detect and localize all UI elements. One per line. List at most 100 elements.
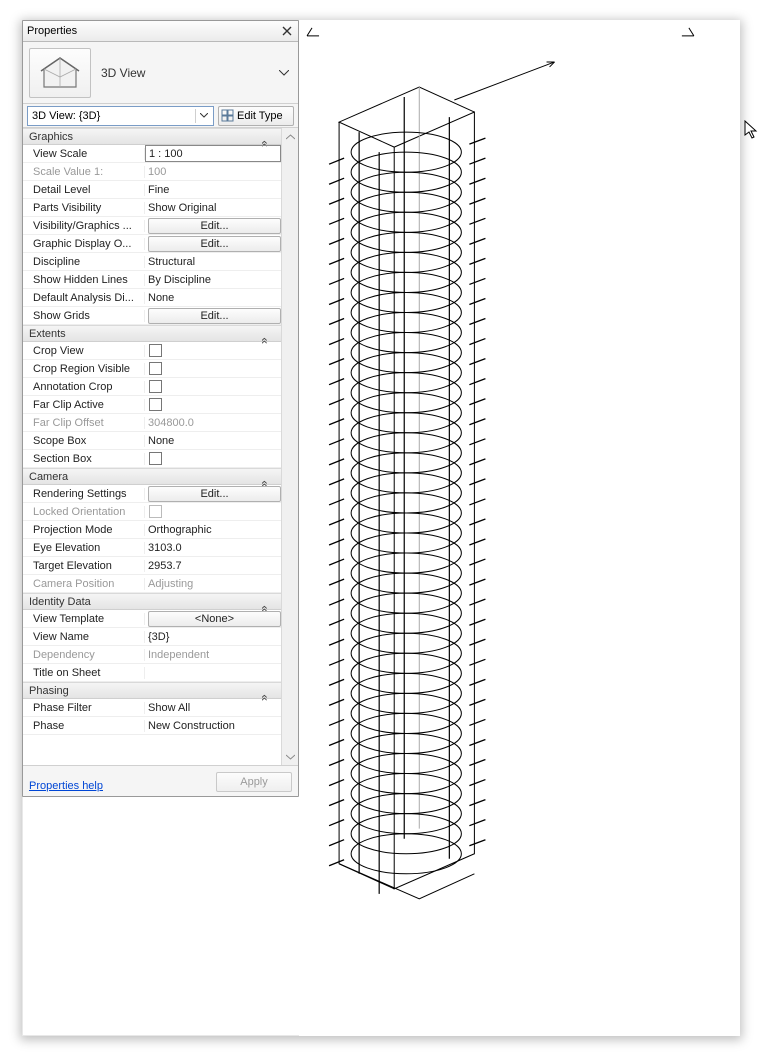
panel-titlebar[interactable]: Properties — [23, 21, 298, 42]
property-value[interactable] — [145, 362, 281, 375]
collapse-icon[interactable]: « — [258, 128, 272, 147]
property-row[interactable]: Graphic Display O...Edit... — [23, 235, 281, 253]
property-value[interactable]: None — [145, 435, 281, 447]
group-header[interactable]: Camera« — [23, 468, 281, 485]
property-label: Phase Filter — [23, 702, 145, 714]
property-row[interactable]: Visibility/Graphics ...Edit... — [23, 217, 281, 235]
property-row[interactable]: DependencyIndependent — [23, 646, 281, 664]
collapse-icon[interactable]: « — [258, 592, 272, 612]
checkbox[interactable] — [149, 398, 162, 411]
property-row[interactable]: Projection ModeOrthographic — [23, 521, 281, 539]
group-header[interactable]: Graphics« — [23, 128, 281, 145]
property-row[interactable]: Default Analysis Di...None — [23, 289, 281, 307]
property-row[interactable]: Phase FilterShow All — [23, 699, 281, 717]
collapse-icon[interactable]: « — [258, 324, 272, 344]
edit-button[interactable]: Edit... — [148, 218, 281, 234]
property-row[interactable]: Rendering SettingsEdit... — [23, 485, 281, 503]
property-row[interactable]: Far Clip Active — [23, 396, 281, 414]
property-row[interactable]: Annotation Crop — [23, 378, 281, 396]
checkbox[interactable] — [149, 344, 162, 357]
property-row[interactable]: Section Box — [23, 450, 281, 468]
property-value[interactable]: New Construction — [145, 720, 281, 732]
property-value[interactable]: <None> — [145, 611, 281, 627]
property-row[interactable]: Show GridsEdit... — [23, 307, 281, 325]
property-row[interactable]: View Template<None> — [23, 610, 281, 628]
property-value[interactable] — [145, 344, 281, 357]
property-value[interactable]: Show Original — [145, 202, 281, 214]
property-value[interactable]: Structural — [145, 256, 281, 268]
property-value[interactable]: Edit... — [145, 308, 281, 324]
property-row[interactable]: DisciplineStructural — [23, 253, 281, 271]
property-row[interactable]: View Scale1 : 100 — [23, 145, 281, 163]
property-label: View Name — [23, 631, 145, 643]
property-value[interactable]: Fine — [145, 184, 281, 196]
property-row[interactable]: Show Hidden LinesBy Discipline — [23, 271, 281, 289]
property-row[interactable]: Scale Value 1:100 — [23, 163, 281, 181]
group-label: Camera — [29, 471, 255, 483]
property-row[interactable]: Crop View — [23, 342, 281, 360]
properties-help-link[interactable]: Properties help — [29, 780, 216, 792]
instance-select[interactable]: 3D View: {3D} — [27, 106, 214, 126]
property-value[interactable]: {3D} — [145, 631, 281, 643]
property-row[interactable]: Parts VisibilityShow Original — [23, 199, 281, 217]
scroll-down-icon[interactable] — [282, 748, 298, 765]
dropdown-caret-icon[interactable] — [276, 70, 292, 76]
chevron-down-icon[interactable] — [195, 109, 211, 123]
property-value[interactable]: 3103.0 — [145, 542, 281, 554]
scroll-up-icon[interactable] — [282, 128, 298, 145]
edit-button[interactable]: <None> — [148, 611, 281, 627]
property-row[interactable]: Title on Sheet — [23, 664, 281, 682]
value-text: None — [148, 435, 281, 447]
3d-viewport[interactable] — [299, 20, 740, 1036]
property-row[interactable]: View Name{3D} — [23, 628, 281, 646]
collapse-icon[interactable]: « — [258, 681, 272, 701]
property-row[interactable]: Scope BoxNone — [23, 432, 281, 450]
property-value[interactable] — [145, 452, 281, 465]
scroll-track[interactable] — [282, 145, 298, 748]
property-value[interactable]: Orthographic — [145, 524, 281, 536]
close-icon[interactable] — [280, 26, 294, 36]
property-label: Visibility/Graphics ... — [23, 220, 145, 232]
edit-button[interactable]: Edit... — [148, 236, 281, 252]
apply-button[interactable]: Apply — [216, 772, 292, 792]
property-value: 100 — [145, 166, 281, 178]
property-label: Show Hidden Lines — [23, 274, 145, 286]
property-row[interactable]: Target Elevation2953.7 — [23, 557, 281, 575]
scrollbar[interactable] — [281, 128, 298, 765]
property-value[interactable] — [145, 398, 281, 411]
value-text: 1 : 100 — [149, 148, 280, 160]
app-card: Properties 3D View 3D View: {3D} — [22, 20, 740, 1036]
edit-button[interactable]: Edit... — [148, 486, 281, 502]
property-row[interactable]: Crop Region Visible — [23, 360, 281, 378]
property-label: Title on Sheet — [23, 667, 145, 679]
group-header[interactable]: Extents« — [23, 325, 281, 342]
property-row[interactable]: Far Clip Offset304800.0 — [23, 414, 281, 432]
collapse-icon[interactable]: « — [258, 467, 272, 487]
edit-type-button[interactable]: Edit Type — [218, 106, 294, 126]
type-selector[interactable]: 3D View — [23, 42, 298, 104]
group-header[interactable]: Phasing« — [23, 682, 281, 699]
property-row[interactable]: Camera PositionAdjusting — [23, 575, 281, 593]
property-value[interactable] — [145, 505, 281, 518]
property-value[interactable]: By Discipline — [145, 274, 281, 286]
property-value[interactable]: 2953.7 — [145, 560, 281, 572]
property-row[interactable]: Locked Orientation — [23, 503, 281, 521]
property-row[interactable]: Detail LevelFine — [23, 181, 281, 199]
checkbox[interactable] — [149, 362, 162, 375]
property-value[interactable]: None — [145, 292, 281, 304]
property-value[interactable]: Show All — [145, 702, 281, 714]
property-value[interactable]: Edit... — [145, 486, 281, 502]
property-row[interactable]: PhaseNew Construction — [23, 717, 281, 735]
property-row[interactable]: Eye Elevation3103.0 — [23, 539, 281, 557]
property-value[interactable]: Edit... — [145, 218, 281, 234]
property-value[interactable]: Edit... — [145, 236, 281, 252]
property-grid[interactable]: Graphics«View Scale1 : 100Scale Value 1:… — [23, 128, 298, 766]
property-value[interactable]: 1 : 100 — [145, 145, 281, 162]
group-header[interactable]: Identity Data« — [23, 593, 281, 610]
edit-type-label: Edit Type — [237, 110, 283, 122]
checkbox[interactable] — [149, 505, 162, 518]
checkbox[interactable] — [149, 380, 162, 393]
checkbox[interactable] — [149, 452, 162, 465]
edit-button[interactable]: Edit... — [148, 308, 281, 324]
property-value[interactable] — [145, 380, 281, 393]
